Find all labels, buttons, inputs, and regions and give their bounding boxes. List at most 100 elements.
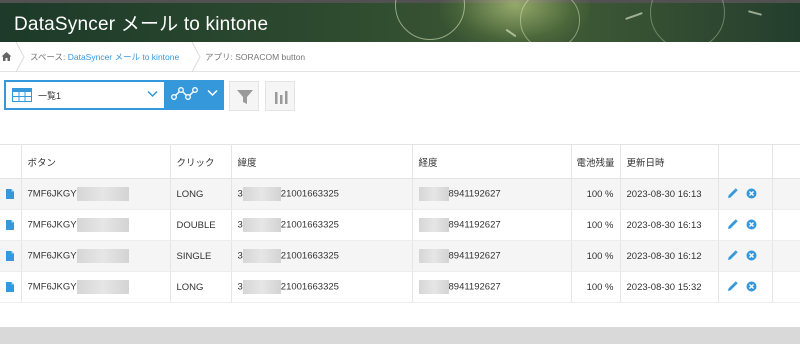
chevron-down-icon [207, 89, 218, 97]
header-updated[interactable]: 更新日時 [620, 144, 719, 179]
filter-funnel-icon [237, 90, 253, 104]
view-selector-dropdown[interactable]: 一覧1 [4, 80, 166, 110]
longitude-text: 8941192627 [448, 281, 501, 293]
longitude-text: 8941192627 [448, 219, 501, 231]
masked-text [76, 218, 129, 232]
cell-updated: 2023-08-30 16:13 [620, 209, 719, 241]
grid-table-icon [12, 88, 32, 102]
cell-spacer [772, 271, 800, 303]
app-header-banner: DataSyncer メール to kintone [0, 0, 800, 42]
records-table-container: ボタン クリック 緯度 経度 電池残量 更新日時 7MF6JKGY LONG 3… [0, 144, 800, 303]
close-circle-delete-icon[interactable] [746, 188, 757, 199]
button-id-text: 7MF6JKGY [27, 188, 77, 200]
document-icon[interactable] [6, 281, 15, 292]
list-toolbar: 一覧1 [0, 72, 800, 144]
masked-text [242, 187, 281, 201]
masked-text [418, 280, 449, 294]
table-row: 7MF6JKGY DOUBLE 3 21001663325 8941192627 … [0, 209, 800, 241]
cell-battery: 100 % [571, 178, 621, 210]
cell-actions [718, 178, 773, 210]
lightbulb-decoration-icon [650, 0, 725, 42]
cell-longitude: 8941192627 [412, 209, 572, 241]
close-circle-delete-icon[interactable] [746, 219, 757, 230]
cell-battery: 100 % [571, 209, 621, 241]
breadcrumb-space-link[interactable]: DataSyncer メール to kintone [68, 52, 180, 62]
cell-button: 7MF6JKGY [21, 240, 171, 272]
cell-actions [718, 271, 773, 303]
banner-decoration [747, 10, 763, 16]
cell-latitude: 3 21001663325 [231, 178, 413, 210]
view-selector-label: 一覧1 [38, 91, 62, 101]
cell-click: LONG [170, 178, 232, 210]
masked-text [418, 187, 449, 201]
breadcrumb-separator [15, 42, 25, 72]
record-detail-cell[interactable] [0, 178, 22, 210]
cell-battery: 100 % [571, 271, 621, 303]
document-icon[interactable] [6, 188, 15, 199]
cell-spacer [772, 178, 800, 210]
pencil-edit-icon[interactable] [727, 188, 738, 199]
breadcrumb-separator [191, 42, 201, 72]
table-row: 7MF6JKGY LONG 3 21001663325 8941192627 10… [0, 178, 800, 210]
cell-click: LONG [170, 271, 232, 303]
header-click[interactable]: クリック [170, 144, 232, 179]
chevron-down-icon [147, 90, 158, 98]
cell-longitude: 8941192627 [412, 271, 572, 303]
home-icon[interactable] [0, 42, 14, 72]
breadcrumb: スペース: DataSyncer メール to kintone アプリ: SOR… [0, 42, 800, 72]
cell-updated: 2023-08-30 15:32 [620, 271, 719, 303]
pencil-edit-icon[interactable] [727, 219, 738, 230]
filter-button[interactable] [229, 81, 259, 111]
table-row: 7MF6JKGY LONG 3 21001663325 8941192627 10… [0, 271, 800, 303]
banner-decoration [625, 11, 643, 21]
breadcrumb-app-name: SORACOM button [235, 52, 306, 62]
record-detail-cell[interactable] [0, 271, 22, 303]
bottom-bar [0, 327, 800, 344]
latitude-text: 21001663325 [280, 188, 339, 200]
cell-click: SINGLE [170, 240, 232, 272]
header-battery[interactable]: 電池残量 [571, 144, 621, 179]
cell-button: 7MF6JKGY [21, 209, 171, 241]
record-detail-cell[interactable] [0, 240, 22, 272]
breadcrumb-app-prefix: アプリ: [205, 52, 236, 62]
masked-text [418, 218, 449, 232]
cell-latitude: 3 21001663325 [231, 240, 413, 272]
header-spacer [772, 144, 800, 179]
masked-text [242, 280, 281, 294]
cell-longitude: 8941192627 [412, 240, 572, 272]
header-latitude[interactable]: 緯度 [231, 144, 413, 179]
header-longitude[interactable]: 経度 [412, 144, 572, 179]
document-icon[interactable] [6, 250, 15, 261]
lightbulb-decoration-icon [520, 0, 580, 42]
masked-text [76, 249, 129, 263]
pencil-edit-icon[interactable] [727, 281, 738, 292]
cell-longitude: 8941192627 [412, 178, 572, 210]
breadcrumb-app: アプリ: SORACOM button [205, 51, 305, 63]
table-header-row: ボタン クリック 緯度 経度 電池残量 更新日時 [0, 144, 800, 179]
record-detail-cell[interactable] [0, 209, 22, 241]
cell-latitude: 3 21001663325 [231, 209, 413, 241]
app-title: DataSyncer メール to kintone [14, 14, 269, 35]
graph-menu-button[interactable] [166, 80, 224, 110]
breadcrumb-space[interactable]: スペース: DataSyncer メール to kintone [30, 51, 179, 63]
chart-button[interactable] [265, 81, 295, 111]
button-id-text: 7MF6JKGY [27, 281, 77, 293]
close-circle-delete-icon[interactable] [746, 281, 757, 292]
pencil-edit-icon[interactable] [727, 250, 738, 261]
cell-button: 7MF6JKGY [21, 271, 171, 303]
table-row: 7MF6JKGY SINGLE 3 21001663325 8941192627 … [0, 240, 800, 272]
cell-updated: 2023-08-30 16:13 [620, 178, 719, 210]
masked-text [76, 280, 129, 294]
longitude-text: 8941192627 [448, 250, 501, 262]
cell-battery: 100 % [571, 240, 621, 272]
close-circle-delete-icon[interactable] [746, 250, 757, 261]
latitude-text: 21001663325 [280, 250, 339, 262]
masked-text [242, 249, 281, 263]
document-icon[interactable] [6, 219, 15, 230]
cell-click: DOUBLE [170, 209, 232, 241]
cell-latitude: 3 21001663325 [231, 271, 413, 303]
longitude-text: 8941192627 [448, 188, 501, 200]
cell-button: 7MF6JKGY [21, 178, 171, 210]
header-button[interactable]: ボタン [21, 144, 171, 179]
latitude-text: 21001663325 [280, 281, 339, 293]
